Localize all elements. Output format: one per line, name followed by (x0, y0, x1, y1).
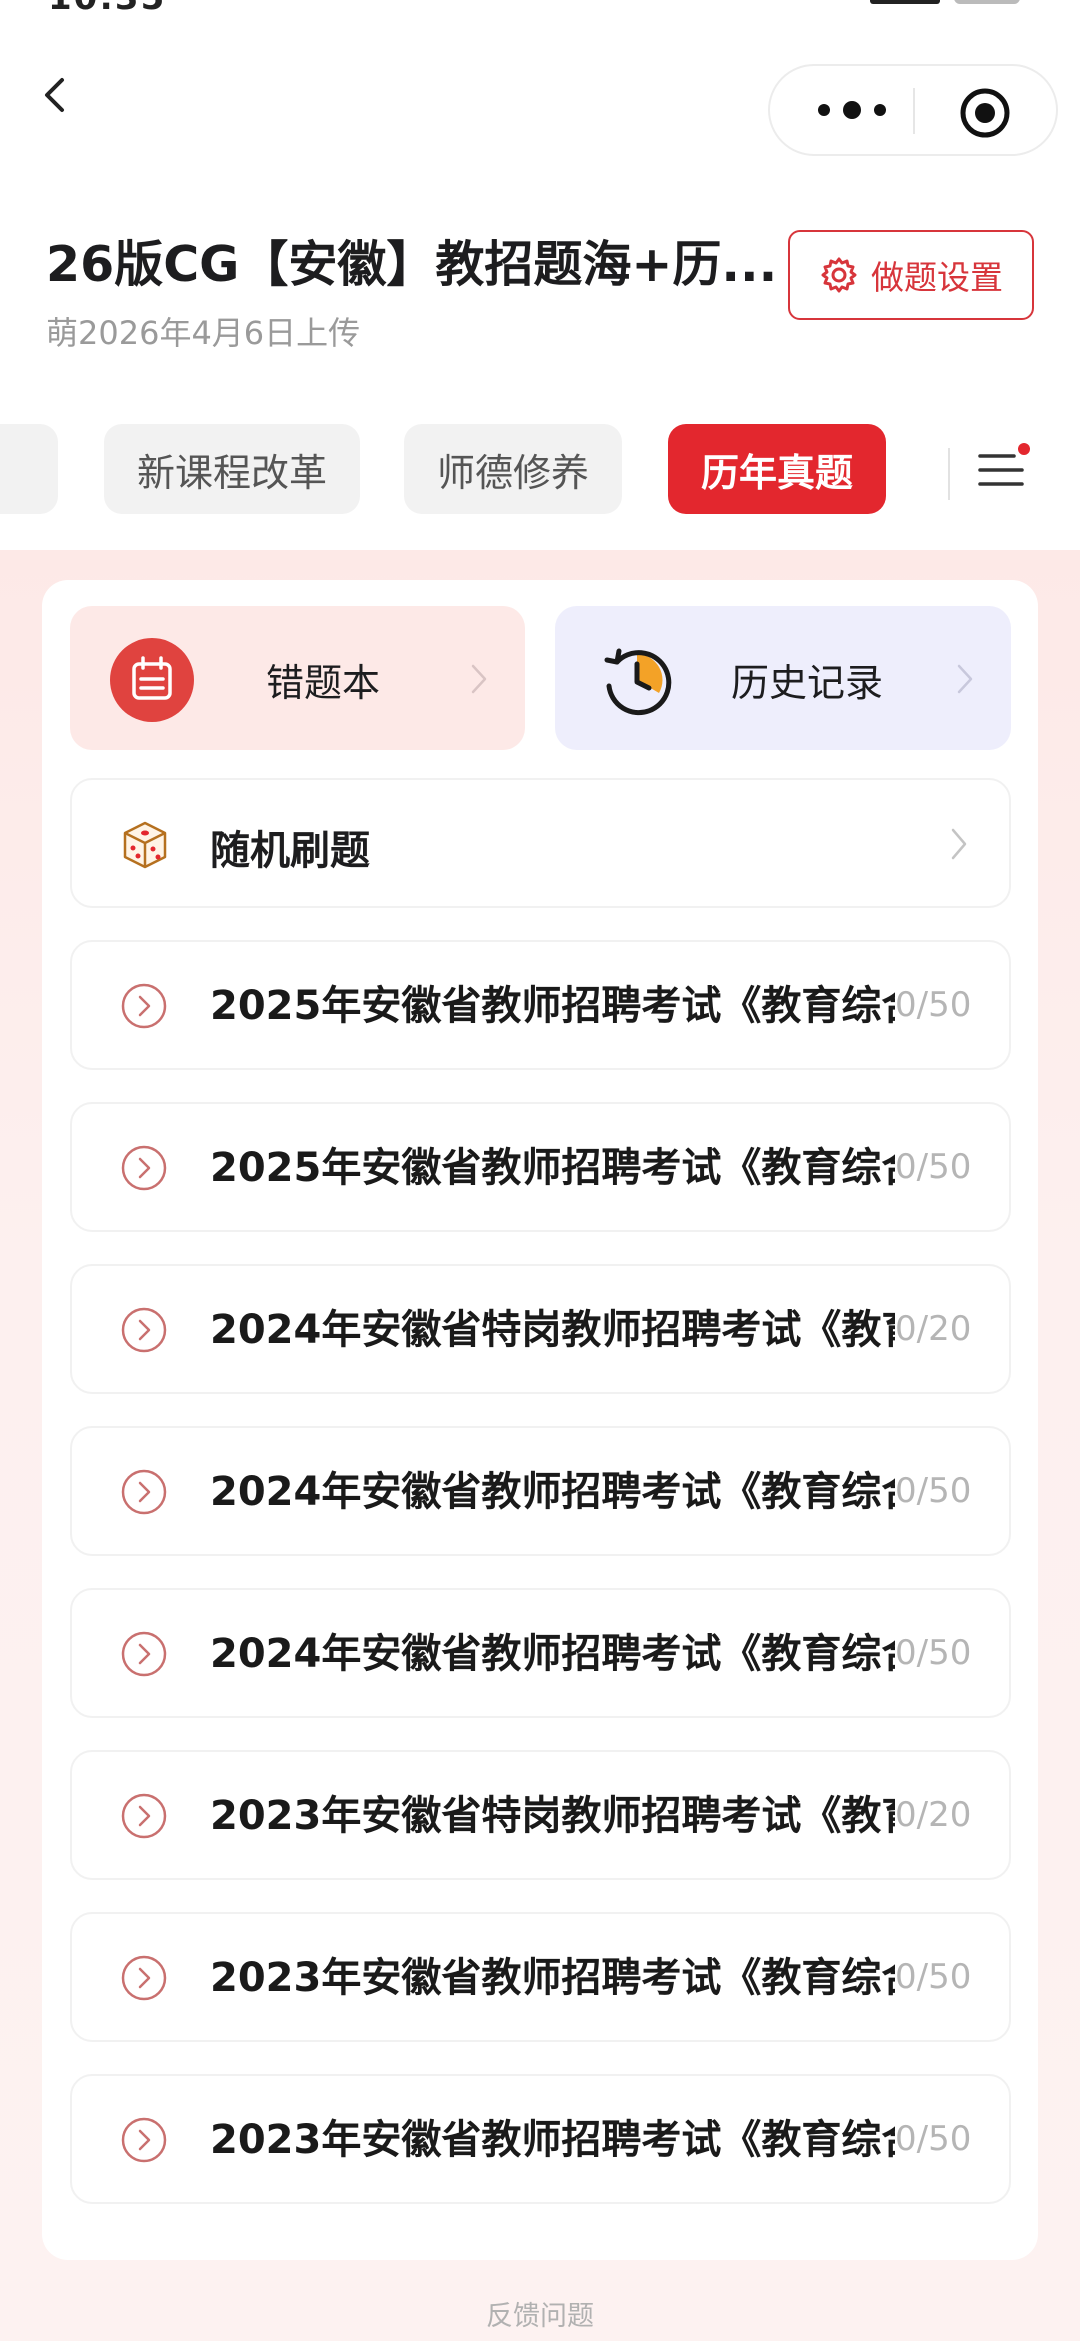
exam-progress: 0/20 (895, 1782, 1009, 1848)
status-indicators (870, 0, 1020, 6)
random-practice-row[interactable]: 随机刷题 (70, 778, 1011, 908)
menu-icon[interactable] (974, 440, 1032, 498)
practice-settings-button[interactable]: 做题设置 (788, 230, 1034, 320)
exam-progress: 0/50 (895, 972, 1009, 1038)
play-circle-icon (121, 1469, 167, 1515)
exam-title: 2023年安徽省教师招聘考试《教育综合》 (210, 2117, 962, 2163)
exam-row[interactable]: 2023年安徽省特岗教师招聘考试《教育综合》 0/20 (70, 1750, 1011, 1880)
exam-row[interactable]: 2025年安徽省教师招聘考试《教育综合》 0/50 (70, 940, 1011, 1070)
exam-title: 2023年安徽省教师招聘考试《教育综合》 (210, 1955, 962, 2001)
mini-program-capsule (768, 64, 1058, 156)
status-time: 10:35 (48, 0, 166, 18)
history-card[interactable]: 历史记录 (555, 606, 1011, 750)
battery-icon (954, 0, 1020, 4)
chevron-right-icon (951, 828, 967, 860)
tab-new-curriculum-reform[interactable]: 新课程改革 (104, 424, 360, 514)
exam-title: 2024年安徽省教师招聘考试《教育综合》 (210, 1631, 962, 1677)
play-circle-icon (121, 983, 167, 1029)
exam-progress: 0/50 (895, 2106, 1009, 2172)
chevron-right-icon (957, 664, 973, 694)
tab-teacher-ethics[interactable]: 师德修养 (404, 424, 622, 514)
page-title: 26版CG【安徽】教招题海+历... (46, 236, 778, 293)
back-chevron-icon[interactable] (30, 70, 80, 120)
exam-progress: 0/50 (895, 1134, 1009, 1200)
tab-partial-hidden[interactable] (0, 424, 58, 514)
clock-history-icon (604, 648, 672, 716)
exam-progress: 0/50 (895, 1620, 1009, 1686)
exam-title: 2024年安徽省教师招聘考试《教育综合》 (210, 1469, 962, 1515)
exam-title: 2024年安徽省特岗教师招聘考试《教育综合》 (210, 1307, 962, 1353)
capsule-divider (913, 88, 915, 134)
exam-progress: 0/50 (895, 1944, 1009, 2010)
dice-icon (123, 821, 167, 869)
gear-icon (821, 257, 857, 293)
status-bar: 10:35 (0, 0, 1080, 24)
category-tabs: 新课程改革 师德修养 历年真题 (0, 410, 1080, 540)
nav-bar (0, 40, 1080, 156)
exam-row[interactable]: 2024年安徽省特岗教师招聘考试《教育综合》 0/20 (70, 1264, 1011, 1394)
play-circle-icon (121, 1145, 167, 1191)
exam-row[interactable]: 2023年安徽省教师招聘考试《教育综合》 0/50 (70, 1912, 1011, 2042)
signal-icon (870, 0, 940, 4)
exam-title: 2025年安徽省教师招聘考试《教育综合》 (210, 983, 962, 1029)
exam-row[interactable]: 2024年安徽省教师招聘考试《教育综合》 0/50 (70, 1426, 1011, 1556)
feedback-link[interactable]: 反馈问题 (0, 2294, 1080, 2333)
calendar-icon (110, 638, 194, 722)
tabs-divider (948, 448, 950, 500)
wrong-book-label: 错题本 (266, 661, 381, 705)
play-circle-icon (121, 1631, 167, 1677)
play-circle-icon (121, 2117, 167, 2163)
practice-settings-label: 做题设置 (871, 258, 1003, 297)
tab-past-exams[interactable]: 历年真题 (668, 424, 886, 514)
play-circle-icon (121, 1955, 167, 2001)
page-header: 26版CG【安徽】教招题海+历... 萌2026年4月6日上传 做题设置 (0, 200, 1080, 370)
exam-title: 2025年安徽省教师招聘考试《教育综合》 (210, 1145, 962, 1191)
exam-title: 2023年安徽省特岗教师招聘考试《教育综合》 (210, 1793, 962, 1839)
upload-info: 萌2026年4月6日上传 (46, 314, 361, 352)
chevron-right-icon (471, 664, 487, 694)
exam-row[interactable]: 2023年安徽省教师招聘考试《教育综合》 0/50 (70, 2074, 1011, 2204)
play-circle-icon (121, 1793, 167, 1839)
random-practice-label: 随机刷题 (210, 828, 370, 874)
wrong-book-card[interactable]: 错题本 (70, 606, 525, 750)
exam-row[interactable]: 2025年安徽省教师招聘考试《教育综合》 0/50 (70, 1102, 1011, 1232)
history-label: 历史记录 (731, 661, 884, 705)
exam-row[interactable]: 2024年安徽省教师招聘考试《教育综合》 0/50 (70, 1588, 1011, 1718)
target-icon[interactable] (958, 86, 1012, 140)
exam-progress: 0/20 (895, 1296, 1009, 1362)
more-dots-icon[interactable] (810, 88, 894, 132)
exam-progress: 0/50 (895, 1458, 1009, 1524)
play-circle-icon (121, 1307, 167, 1353)
